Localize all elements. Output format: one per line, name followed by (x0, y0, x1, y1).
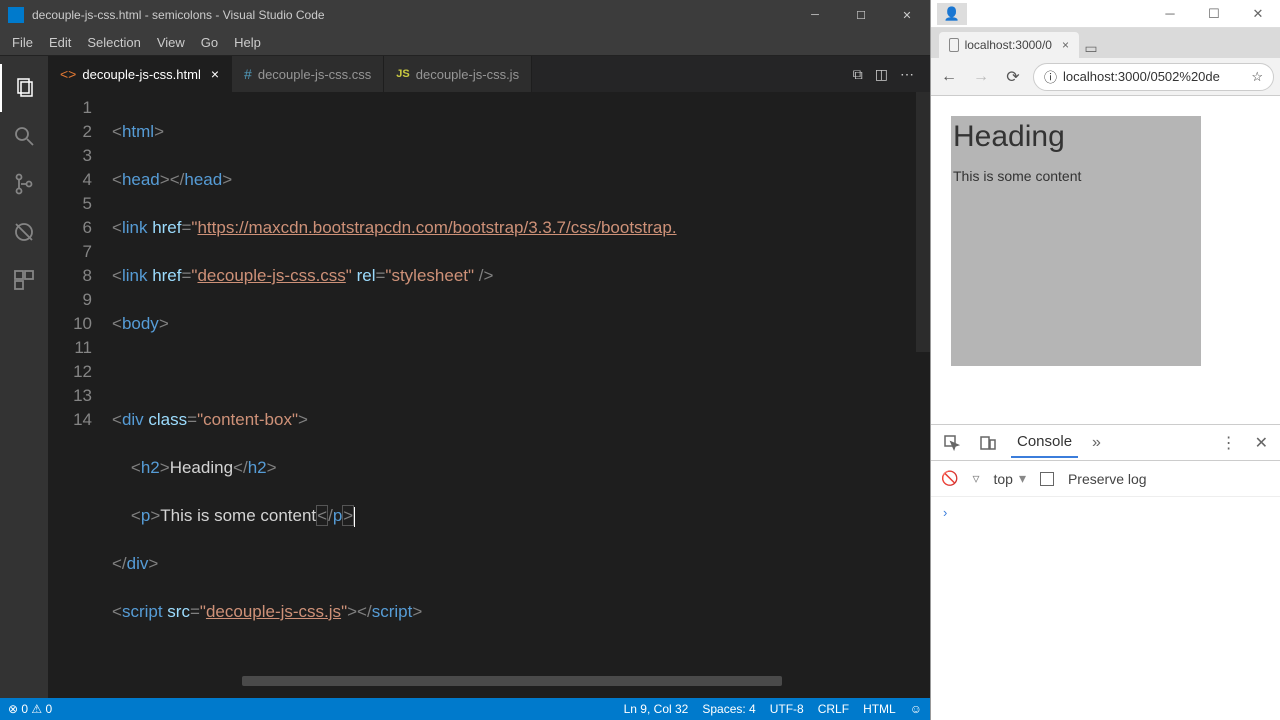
status-problems[interactable]: ⊗ 0 ⚠ 0 (8, 702, 52, 716)
menu-file[interactable]: File (4, 32, 41, 53)
js-file-icon: JS (396, 68, 409, 80)
devtools-menu-icon[interactable]: ⋮ (1217, 433, 1241, 453)
chrome-minimize-button[interactable]: ─ (1148, 0, 1192, 28)
tab-html[interactable]: <> decouple-js-css.html × (48, 56, 232, 92)
profile-icon[interactable]: 👤 (937, 3, 967, 25)
menu-selection[interactable]: Selection (79, 32, 148, 53)
status-feedback-icon[interactable]: ☺ (910, 702, 922, 716)
menu-bar: File Edit Selection View Go Help (0, 30, 930, 56)
address-bar[interactable]: ⓘ localhost:3000/0502%20de ☆ (1033, 63, 1274, 91)
code-editor[interactable]: 1234567891011121314 <html> <head></head>… (48, 92, 930, 698)
chrome-title-bar: 👤 ─ ☐ ✕ (931, 0, 1280, 28)
more-actions-icon[interactable]: ⋯ (900, 66, 914, 83)
tab-css[interactable]: # decouple-js-css.css (232, 56, 384, 92)
status-spaces[interactable]: Spaces: 4 (702, 702, 755, 716)
address-bar-row: ← → ⟳ ⓘ localhost:3000/0502%20de ☆ (931, 58, 1280, 96)
code-content[interactable]: <html> <head></head> <link href="https:/… (112, 92, 930, 698)
page-heading: Heading (953, 120, 1199, 154)
menu-view[interactable]: View (149, 32, 193, 53)
minimize-button[interactable]: ─ (792, 0, 838, 30)
clear-console-icon[interactable]: 🚫 (941, 470, 958, 487)
chrome-tabs: localhost:3000/0 × ▭ (931, 28, 1280, 58)
inspect-icon[interactable] (939, 434, 965, 452)
devtools-tabs: Console » ⋮ ✕ (931, 425, 1280, 461)
menu-help[interactable]: Help (226, 32, 269, 53)
devtools-tab-console[interactable]: Console (1011, 427, 1078, 458)
chrome-close-button[interactable]: ✕ (1236, 0, 1280, 28)
status-bar: ⊗ 0 ⚠ 0 Ln 9, Col 32 Spaces: 4 UTF-8 CRL… (0, 698, 930, 720)
search-icon[interactable] (0, 112, 48, 160)
editor-tabs: <> decouple-js-css.html × # decouple-js-… (48, 56, 930, 92)
reload-button[interactable]: ⟳ (1001, 65, 1025, 89)
context-selector[interactable]: top▾ (993, 470, 1026, 487)
split-diff-icon[interactable]: ⧉ (853, 66, 863, 83)
filter-icon[interactable]: ▿ (972, 470, 979, 487)
minimap[interactable] (916, 92, 930, 352)
devtools-close-icon[interactable]: ✕ (1251, 433, 1272, 453)
vscode-logo-icon (8, 7, 24, 23)
menu-go[interactable]: Go (193, 32, 226, 53)
site-info-icon[interactable]: ⓘ (1044, 67, 1057, 86)
status-cursor-pos[interactable]: Ln 9, Col 32 (624, 702, 689, 716)
page-paragraph: This is some content (953, 168, 1199, 184)
status-encoding[interactable]: UTF-8 (770, 702, 804, 716)
new-tab-button[interactable]: ▭ (1079, 38, 1103, 58)
vscode-title-bar: decouple-js-css.html - semicolons - Visu… (0, 0, 930, 30)
status-language[interactable]: HTML (863, 702, 896, 716)
vscode-window: decouple-js-css.html - semicolons - Visu… (0, 0, 930, 720)
tab-label: decouple-js-css.html (82, 67, 201, 82)
tab-close-icon[interactable]: × (1062, 38, 1069, 52)
devtools-more-tabs-icon[interactable]: » (1088, 434, 1105, 452)
device-toggle-icon[interactable] (975, 434, 1001, 452)
tab-close-icon[interactable]: × (211, 66, 219, 82)
bookmark-icon[interactable]: ☆ (1251, 69, 1263, 85)
url-text: localhost:3000/0502%20de (1063, 69, 1220, 84)
console-output[interactable]: › (931, 497, 1280, 720)
tab-label: decouple-js-css.js (416, 67, 519, 82)
close-button[interactable]: ✕ (884, 0, 930, 30)
menu-edit[interactable]: Edit (41, 32, 79, 53)
maximize-button[interactable]: ☐ (838, 0, 884, 30)
back-button[interactable]: ← (937, 65, 961, 89)
window-title: decouple-js-css.html - semicolons - Visu… (32, 8, 792, 22)
devtools-panel: Console » ⋮ ✕ 🚫 ▿ top▾ Preserve log › (931, 424, 1280, 720)
content-box: Heading This is some content (951, 116, 1201, 366)
tab-title: localhost:3000/0 (965, 38, 1052, 52)
html-file-icon: <> (60, 66, 76, 82)
page-content: Heading This is some content (931, 96, 1280, 424)
tab-label: decouple-js-css.css (258, 67, 371, 82)
console-prompt-icon: › (943, 505, 947, 520)
preserve-log-label: Preserve log (1068, 471, 1147, 487)
forward-button[interactable]: → (969, 65, 993, 89)
split-editor-icon[interactable]: ◫ (875, 66, 888, 83)
console-toolbar: 🚫 ▿ top▾ Preserve log (931, 461, 1280, 497)
favicon-icon (949, 38, 959, 52)
explorer-icon[interactable] (0, 64, 48, 112)
line-numbers: 1234567891011121314 (48, 92, 112, 698)
source-control-icon[interactable] (0, 160, 48, 208)
status-eol[interactable]: CRLF (818, 702, 849, 716)
tab-js[interactable]: JS decouple-js-css.js (384, 56, 532, 92)
browser-tab[interactable]: localhost:3000/0 × (939, 32, 1079, 58)
activity-bar (0, 56, 48, 698)
extensions-icon[interactable] (0, 256, 48, 304)
css-file-icon: # (244, 66, 252, 82)
preserve-log-checkbox[interactable] (1040, 472, 1054, 486)
debug-icon[interactable] (0, 208, 48, 256)
chrome-window: 👤 ─ ☐ ✕ localhost:3000/0 × ▭ ← → ⟳ ⓘ loc… (930, 0, 1280, 720)
horizontal-scrollbar[interactable] (242, 676, 782, 686)
chrome-maximize-button[interactable]: ☐ (1192, 0, 1236, 28)
